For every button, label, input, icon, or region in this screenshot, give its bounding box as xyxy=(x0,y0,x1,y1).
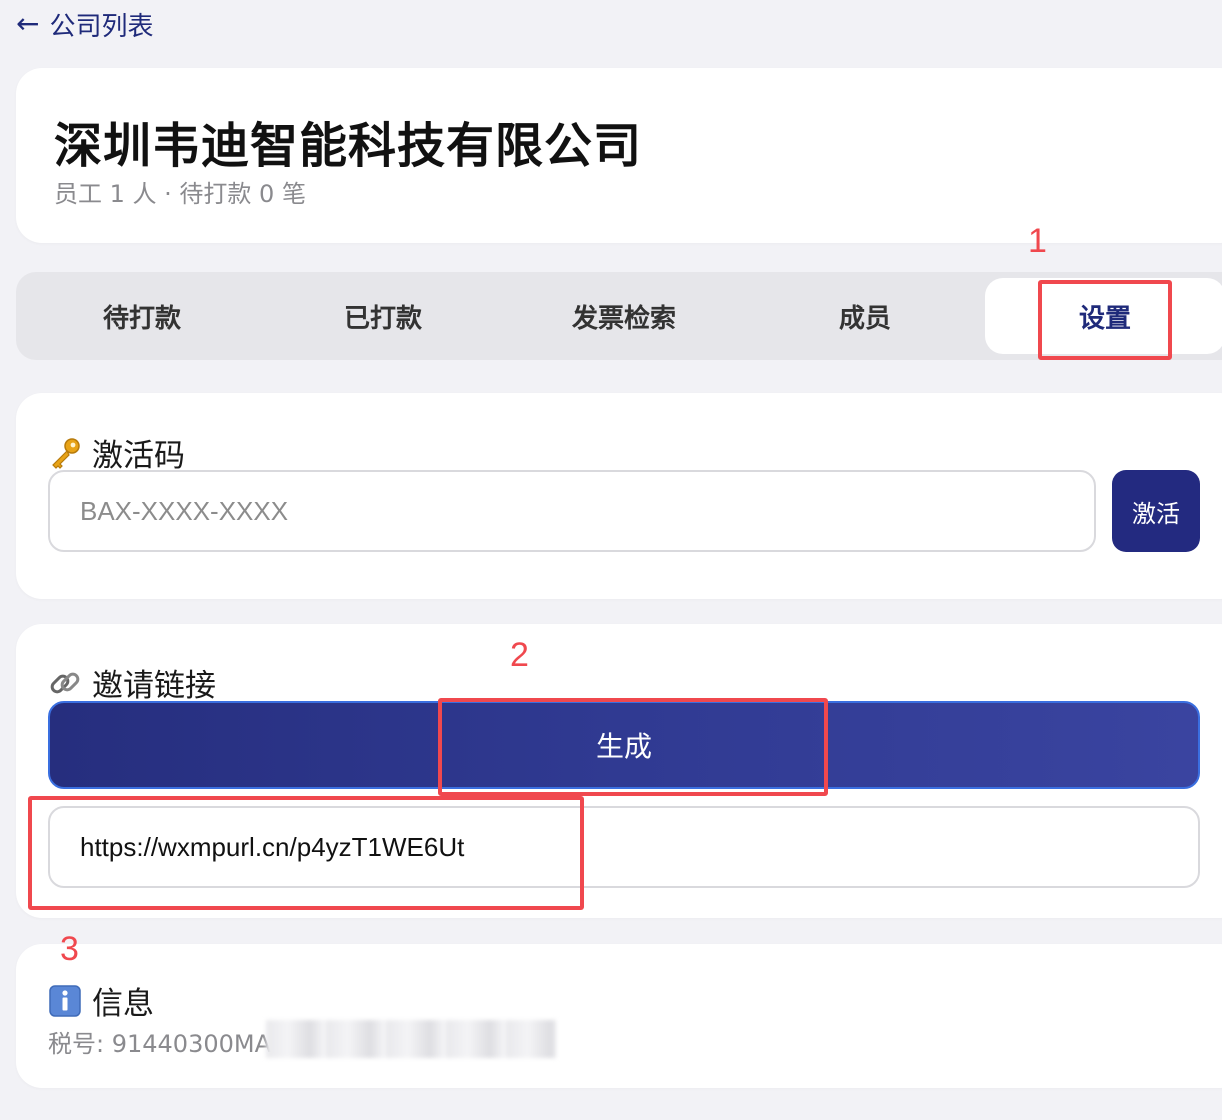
tax-number-value: 91440300MA xyxy=(111,1030,271,1058)
annotation-number-2: 2 xyxy=(510,636,529,674)
company-name: 深圳韦迪智能科技有限公司 xyxy=(54,118,643,174)
annotation-number-3: 3 xyxy=(60,930,79,968)
annotation-box-2 xyxy=(438,698,828,796)
invite-title: 邀请链接 xyxy=(48,660,216,705)
info-card xyxy=(16,944,1222,1088)
activation-title-text: 激活码 xyxy=(92,438,185,474)
activation-title: 激活码 xyxy=(48,430,185,475)
link-icon xyxy=(48,666,82,700)
annotation-box-1 xyxy=(1038,280,1172,360)
tax-number-label: 税号: xyxy=(48,1030,112,1058)
activation-code-input[interactable]: BAX-XXXX-XXXX xyxy=(48,470,1096,552)
back-link[interactable]: ← 公司列表 xyxy=(16,6,153,42)
activate-button[interactable]: 激活 xyxy=(1112,470,1200,552)
tax-number: 税号: 91440300MA xyxy=(48,1024,271,1059)
redacted-tax-number xyxy=(266,1020,556,1058)
tab-paid[interactable]: 已打款 xyxy=(263,272,503,360)
invite-title-text: 邀请链接 xyxy=(92,668,216,704)
tab-invoice-search[interactable]: 发票检索 xyxy=(504,272,744,360)
annotation-box-3 xyxy=(28,796,584,910)
back-arrow-icon: ← xyxy=(16,7,40,40)
info-title: 信息 xyxy=(48,978,154,1023)
tab-pending-payment[interactable]: 待打款 xyxy=(22,272,262,360)
info-title-text: 信息 xyxy=(92,986,154,1022)
activation-code-placeholder: BAX-XXXX-XXXX xyxy=(80,495,289,526)
key-icon xyxy=(48,436,82,470)
info-icon xyxy=(48,984,82,1018)
annotation-number-1: 1 xyxy=(1028,222,1047,260)
back-link-label: 公司列表 xyxy=(49,11,154,42)
company-summary: 员工 1 人 · 待打款 0 笔 xyxy=(54,180,306,208)
tab-members[interactable]: 成员 xyxy=(745,272,985,360)
